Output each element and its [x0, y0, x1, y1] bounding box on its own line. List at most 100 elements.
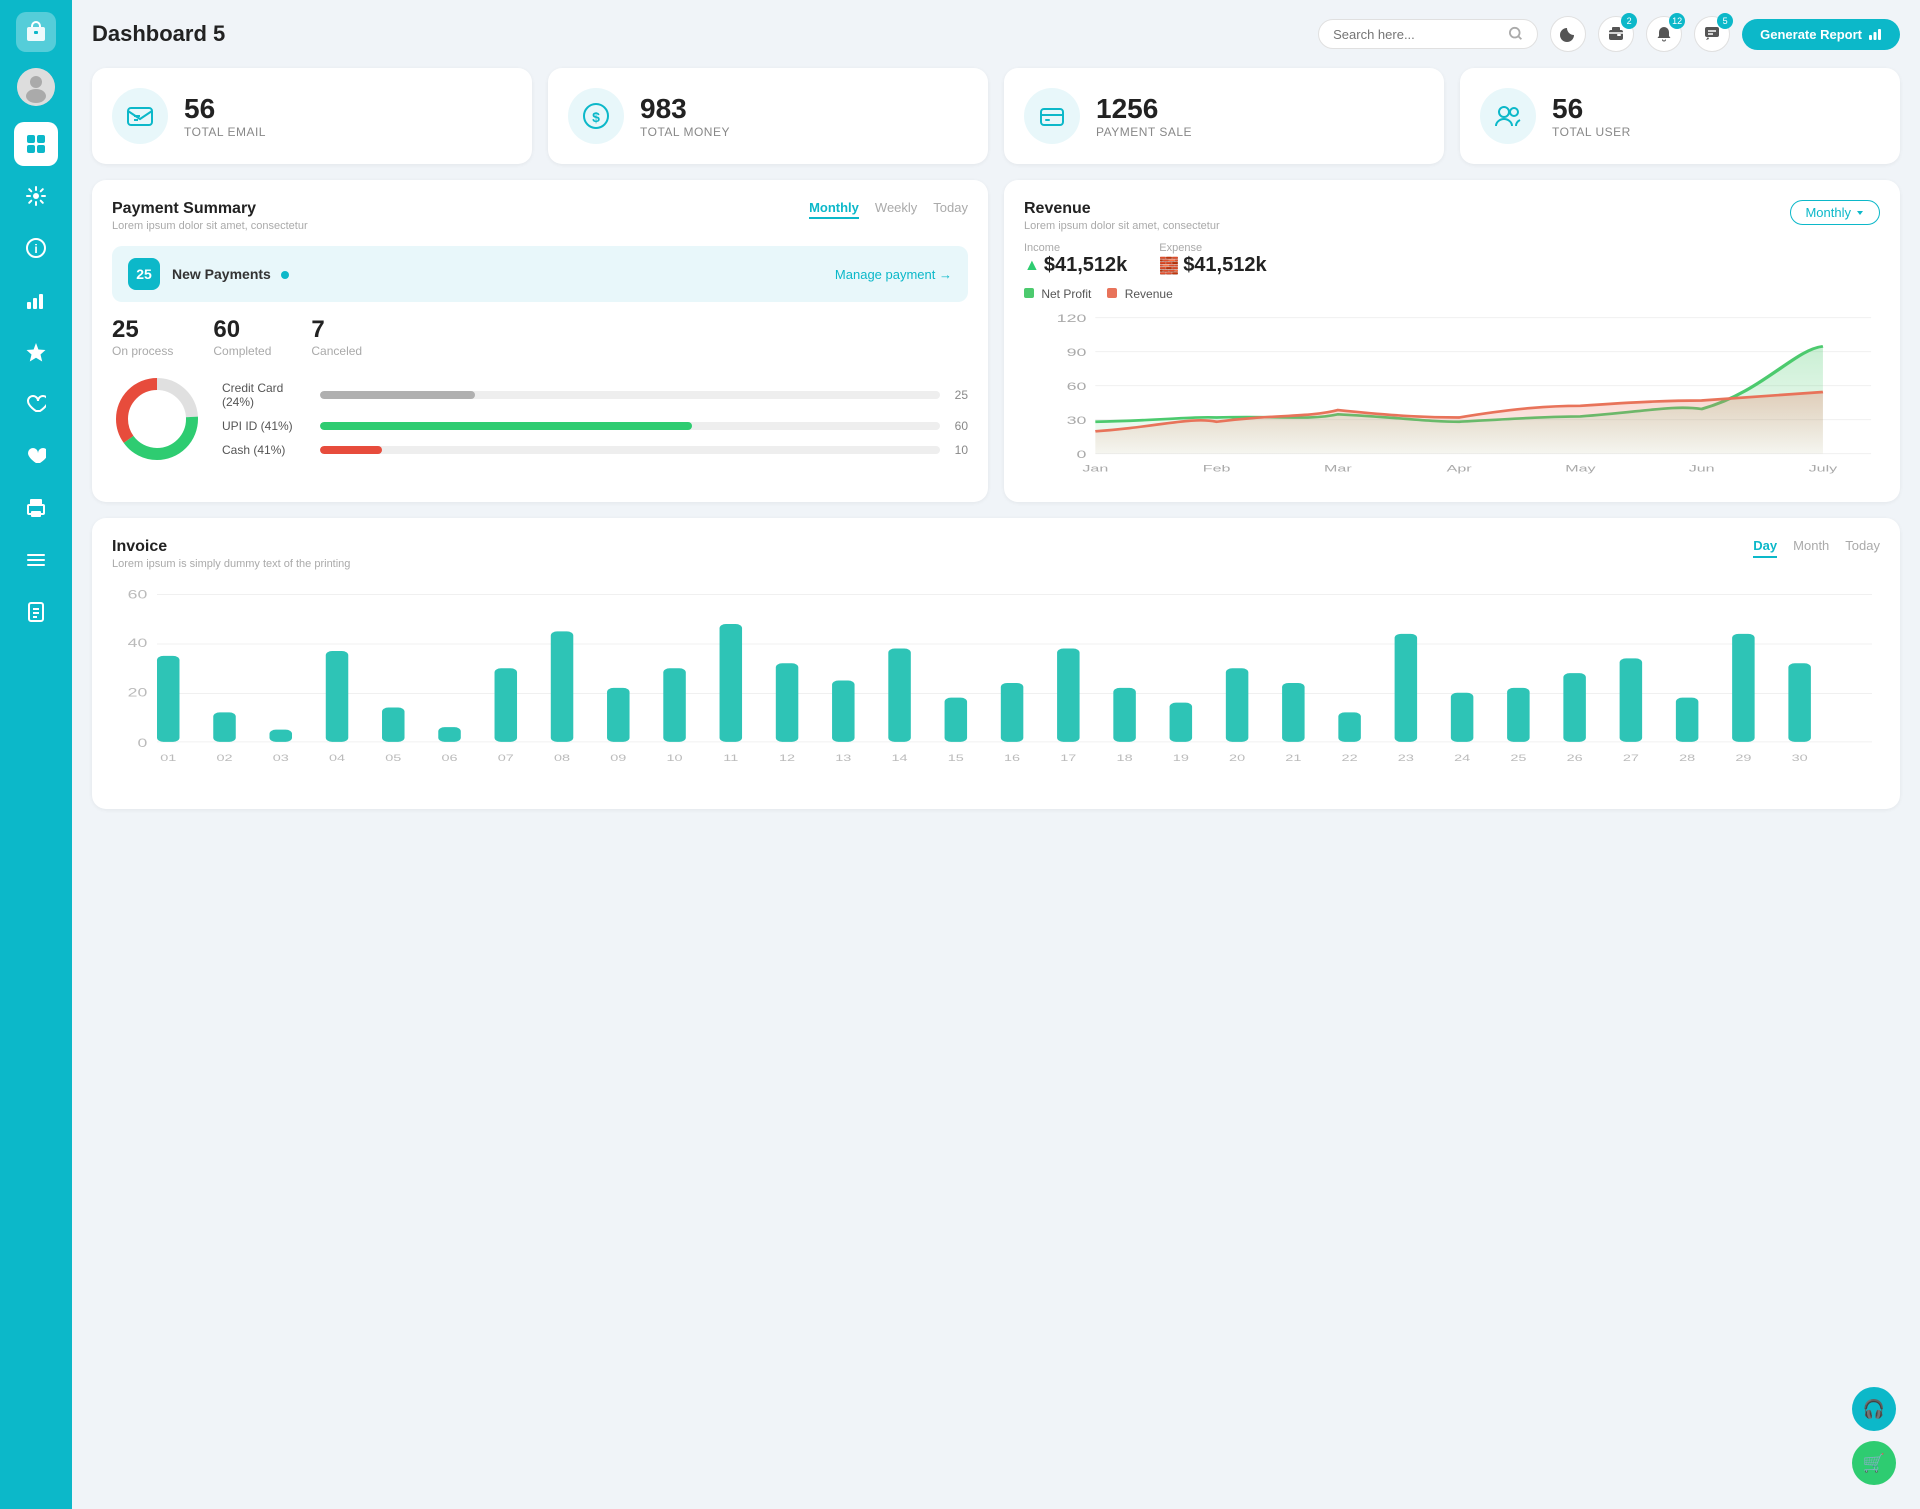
avatar[interactable]: [17, 68, 55, 106]
sidebar-item-dashboard[interactable]: [14, 122, 58, 166]
pbar-upi: UPI ID (41%) 60: [222, 419, 968, 433]
revenue-card: Revenue Lorem ipsum dolor sit amet, cons…: [1004, 180, 1900, 502]
sidebar-logo[interactable]: [16, 12, 56, 52]
svg-text:12: 12: [779, 752, 795, 763]
svg-text:Feb: Feb: [1203, 463, 1231, 474]
svg-text:30: 30: [1792, 752, 1808, 763]
payment-summary-card: Payment Summary Lorem ipsum dolor sit am…: [92, 180, 988, 502]
bar-25: [1507, 688, 1530, 742]
email-icon: [112, 88, 168, 144]
bar-26: [1563, 673, 1586, 742]
payment-stats-nums: 25 On process 60 Completed 7 Canceled: [112, 316, 968, 358]
svg-text:120: 120: [1057, 313, 1087, 325]
invoice-tabs: Day Month Today: [1753, 538, 1880, 558]
bar-18: [1113, 688, 1136, 742]
new-payments-bar: 25 New Payments Manage payment →: [112, 246, 968, 302]
user-label: TOTAL USER: [1552, 125, 1631, 139]
generate-report-button[interactable]: Generate Report: [1742, 19, 1900, 50]
tab-weekly[interactable]: Weekly: [875, 200, 917, 219]
invoice-tab-today[interactable]: Today: [1845, 538, 1880, 558]
svg-text:04: 04: [329, 752, 345, 763]
sidebar-item-info[interactable]: i: [14, 226, 58, 270]
canceled-stat: 7 Canceled: [311, 316, 362, 358]
search-input[interactable]: [1333, 27, 1501, 42]
sidebar-item-analytics[interactable]: [14, 278, 58, 322]
sidebar-item-print[interactable]: [14, 486, 58, 530]
svg-text:08: 08: [554, 752, 570, 763]
svg-text:16: 16: [1004, 752, 1020, 763]
bar-20: [1226, 668, 1249, 742]
sidebar-item-list[interactable]: [14, 538, 58, 582]
svg-text:May: May: [1565, 463, 1596, 474]
sidebar-item-settings[interactable]: [14, 174, 58, 218]
bar-2: [213, 712, 236, 741]
stats-row: 56 TOTAL EMAIL $ 983 TOTAL MONEY: [92, 68, 1900, 164]
new-payments-count: 25: [128, 258, 160, 290]
bar-16: [1001, 683, 1024, 742]
chat-btn[interactable]: 5: [1694, 16, 1730, 52]
tab-today[interactable]: Today: [933, 200, 968, 219]
bar-14: [888, 649, 911, 742]
sidebar-item-heart-outline[interactable]: [14, 382, 58, 426]
bar-21: [1282, 683, 1305, 742]
payment-label: PAYMENT SALE: [1096, 125, 1192, 139]
svg-text:27: 27: [1623, 752, 1639, 763]
wallet-btn[interactable]: 2: [1598, 16, 1634, 52]
revenue-monthly-btn[interactable]: Monthly: [1790, 200, 1880, 225]
stat-card-payment: 1256 PAYMENT SALE: [1004, 68, 1444, 164]
bell-icon: [1656, 26, 1672, 42]
bar-10: [663, 668, 686, 742]
svg-text:19: 19: [1173, 752, 1189, 763]
svg-text:Jan: Jan: [1082, 463, 1108, 474]
page-title: Dashboard 5: [92, 21, 1306, 47]
svg-text:07: 07: [498, 752, 514, 763]
bell-badge: 12: [1669, 13, 1685, 29]
tab-monthly[interactable]: Monthly: [809, 200, 859, 219]
sidebar-item-document[interactable]: [14, 590, 58, 634]
theme-toggle-btn[interactable]: [1550, 16, 1586, 52]
svg-text:Mar: Mar: [1324, 463, 1352, 474]
payment-summary-title: Payment Summary: [112, 200, 308, 218]
stat-card-money: $ 983 TOTAL MONEY: [548, 68, 988, 164]
svg-text:14: 14: [892, 752, 908, 763]
money-icon: $: [568, 88, 624, 144]
chat-icon: [1704, 26, 1720, 42]
sidebar-item-heart-filled[interactable]: [14, 434, 58, 478]
middle-row: Payment Summary Lorem ipsum dolor sit am…: [92, 180, 1900, 502]
svg-text:25: 25: [1510, 752, 1526, 763]
sidebar-item-star[interactable]: [14, 330, 58, 374]
revenue-title: Revenue: [1024, 200, 1220, 218]
search-bar[interactable]: [1318, 19, 1538, 49]
on-process-stat: 25 On process: [112, 316, 173, 358]
bar-19: [1170, 703, 1193, 742]
bar-5: [382, 708, 405, 742]
revenue-area: [1095, 392, 1823, 454]
svg-text:21: 21: [1285, 752, 1301, 763]
svg-text:i: i: [34, 242, 37, 256]
user-count: 56: [1552, 93, 1631, 125]
main-content: Dashboard 5 2: [72, 0, 1920, 1509]
new-payments-label: New Payments: [172, 266, 823, 282]
svg-text:Apr: Apr: [1447, 463, 1473, 474]
header-icons: 2 12 5 Generate Report: [1550, 16, 1900, 52]
wallet-badge: 2: [1621, 13, 1637, 29]
support-button[interactable]: 🎧: [1852, 1387, 1896, 1431]
donut-chart: [112, 374, 202, 464]
bar-3: [270, 730, 293, 742]
cart-button[interactable]: 🛒: [1852, 1441, 1896, 1485]
bar-15: [945, 698, 968, 742]
net-profit-dot: [1024, 288, 1034, 298]
invoice-tab-month[interactable]: Month: [1793, 538, 1829, 558]
manage-payment-link[interactable]: Manage payment →: [835, 267, 952, 282]
svg-text:24: 24: [1454, 752, 1470, 763]
svg-text:July: July: [1809, 463, 1838, 474]
invoice-tab-day[interactable]: Day: [1753, 538, 1777, 558]
pbar-fill-creditcard: [320, 391, 475, 399]
bar-24: [1451, 693, 1474, 742]
svg-text:20: 20: [1229, 752, 1245, 763]
bar-22: [1338, 712, 1361, 741]
bell-btn[interactable]: 12: [1646, 16, 1682, 52]
bar-12: [776, 663, 799, 742]
svg-text:29: 29: [1735, 752, 1751, 763]
revenue-header: Revenue Lorem ipsum dolor sit amet, cons…: [1024, 200, 1880, 232]
